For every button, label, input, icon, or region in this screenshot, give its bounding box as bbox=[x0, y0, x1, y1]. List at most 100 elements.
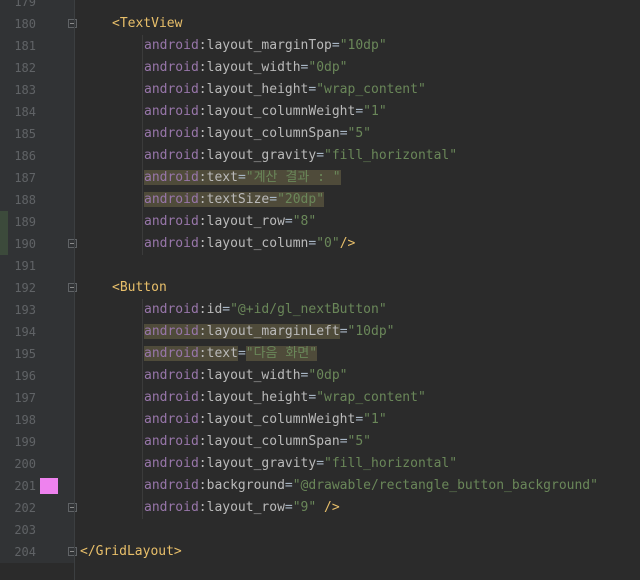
code-token: </GridLayout> bbox=[80, 544, 182, 559]
code-token: :layout_width bbox=[198, 368, 301, 383]
fold-toggle-icon[interactable] bbox=[68, 547, 77, 556]
fold-toggle-icon[interactable] bbox=[68, 503, 77, 512]
code-line[interactable]: 203 bbox=[0, 519, 640, 541]
code-token: :background bbox=[198, 478, 285, 493]
code-token: "@drawable/rectangle_button_background" bbox=[292, 478, 598, 493]
code-text: android:layout_row="9" /> bbox=[144, 497, 340, 519]
code-line[interactable]: 187 android:text="계산 결과 : " bbox=[0, 167, 640, 189]
code-token: "fill_horizontal" bbox=[324, 456, 458, 471]
code-token: "20dp" bbox=[277, 192, 325, 207]
code-text: android:id="@+id/gl_nextButton" bbox=[144, 299, 387, 321]
code-token: :layout_column bbox=[198, 236, 309, 251]
line-number: 184 bbox=[14, 105, 36, 119]
code-line[interactable]: 179 bbox=[0, 0, 640, 13]
code-token: = bbox=[355, 412, 364, 427]
code-line[interactable]: 198 android:layout_columnWeight="1" bbox=[0, 409, 640, 431]
code-token: android bbox=[144, 368, 199, 383]
code-token: = bbox=[339, 126, 348, 141]
code-token: android bbox=[144, 390, 199, 405]
code-token: = bbox=[237, 170, 246, 185]
fold-toggle-icon[interactable] bbox=[68, 239, 77, 248]
code-text: android:text="다음 화면" bbox=[144, 343, 318, 365]
code-line[interactable]: 185 android:layout_columnSpan="5" bbox=[0, 123, 640, 145]
line-number: 181 bbox=[14, 39, 36, 53]
code-line[interactable]: 199 android:layout_columnSpan="5" bbox=[0, 431, 640, 453]
code-line[interactable]: 201 android:background="@drawable/rectang… bbox=[0, 475, 640, 497]
code-line[interactable]: 191 bbox=[0, 255, 640, 277]
code-token: = bbox=[237, 346, 246, 361]
indent-guide bbox=[142, 233, 143, 255]
code-line[interactable]: 181 android:layout_marginTop="10dp" bbox=[0, 35, 640, 57]
code-line[interactable]: 194 android:layout_marginLeft="10dp" bbox=[0, 321, 640, 343]
code-token: "wrap_content" bbox=[316, 82, 426, 97]
code-text: </GridLayout> bbox=[80, 541, 182, 563]
code-token: android bbox=[144, 434, 199, 449]
line-number: 190 bbox=[14, 237, 36, 251]
code-text: android:layout_marginTop="10dp" bbox=[144, 35, 387, 57]
line-number: 183 bbox=[14, 83, 36, 97]
code-token: :id bbox=[198, 302, 223, 317]
code-token: :layout_height bbox=[198, 390, 309, 405]
code-line[interactable]: 190 android:layout_column="0"/> bbox=[0, 233, 640, 255]
line-number: 193 bbox=[14, 303, 36, 317]
code-line[interactable]: 184 android:layout_columnWeight="1" bbox=[0, 101, 640, 123]
code-line[interactable]: 195 android:text="다음 화면" bbox=[0, 343, 640, 365]
code-token: = bbox=[339, 434, 348, 449]
code-editor[interactable]: 179 180 <TextView 181 android:layout_marginT… bbox=[0, 0, 640, 563]
code-token: "1" bbox=[363, 412, 387, 427]
code-text: android:textSize="20dp" bbox=[144, 189, 325, 211]
code-token: android bbox=[144, 148, 199, 163]
code-token: "@+id/gl_nextButton" bbox=[230, 302, 387, 317]
code-token: "wrap_content" bbox=[316, 390, 426, 405]
code-token: :layout_columnSpan bbox=[198, 434, 340, 449]
code-token: = bbox=[222, 302, 231, 317]
code-text: android:layout_gravity="fill_horizontal" bbox=[144, 453, 457, 475]
code-line[interactable]: 186 android:layout_gravity="fill_horizont… bbox=[0, 145, 640, 167]
code-text: android:layout_columnSpan="5" bbox=[144, 431, 371, 453]
code-text: android:layout_columnWeight="1" bbox=[144, 101, 387, 123]
code-token: android bbox=[144, 302, 199, 317]
code-token: :layout_height bbox=[198, 82, 309, 97]
line-number: 200 bbox=[14, 457, 36, 471]
code-line[interactable]: 202 android:layout_row="9" /> bbox=[0, 497, 640, 519]
code-token: = bbox=[355, 104, 364, 119]
line-number: 197 bbox=[14, 391, 36, 405]
code-token: android bbox=[144, 456, 199, 471]
indent-guide bbox=[142, 453, 143, 475]
code-token: = bbox=[339, 324, 348, 339]
line-number: 182 bbox=[14, 61, 36, 75]
fold-toggle-icon[interactable] bbox=[68, 283, 77, 292]
line-number: 203 bbox=[14, 523, 36, 537]
color-swatch-icon[interactable] bbox=[40, 478, 58, 494]
indent-guide bbox=[142, 409, 143, 431]
code-line[interactable]: 182 android:layout_width="0dp" bbox=[0, 57, 640, 79]
indent-guide bbox=[142, 299, 143, 321]
code-line[interactable]: 193 android:id="@+id/gl_nextButton" bbox=[0, 299, 640, 321]
code-token: /> bbox=[324, 500, 340, 515]
line-number: 192 bbox=[14, 281, 36, 295]
code-line[interactable]: 192 <Button bbox=[0, 277, 640, 299]
code-text: android:layout_width="0dp" bbox=[144, 57, 348, 79]
code-line[interactable]: 197 android:layout_height="wrap_content" bbox=[0, 387, 640, 409]
indent-guide bbox=[142, 79, 143, 101]
code-line[interactable]: 183 android:layout_height="wrap_content" bbox=[0, 79, 640, 101]
line-number: 188 bbox=[14, 193, 36, 207]
code-line[interactable]: 188 android:textSize="20dp" bbox=[0, 189, 640, 211]
code-text: android:text="계산 결과 : " bbox=[144, 167, 341, 189]
line-number: 185 bbox=[14, 127, 36, 141]
code-token: "9" bbox=[292, 500, 317, 515]
code-token: android bbox=[144, 500, 199, 515]
code-line[interactable]: 189 android:layout_row="8" bbox=[0, 211, 640, 233]
code-text: <TextView bbox=[112, 13, 182, 35]
code-line[interactable]: 200 android:layout_gravity="fill_horizont… bbox=[0, 453, 640, 475]
line-number: 187 bbox=[14, 171, 36, 185]
code-token: = bbox=[284, 214, 293, 229]
code-line[interactable]: 196 android:layout_width="0dp" bbox=[0, 365, 640, 387]
code-line[interactable]: 204 </GridLayout> bbox=[0, 541, 640, 563]
fold-toggle-icon[interactable] bbox=[68, 19, 77, 28]
code-text: android:layout_columnWeight="1" bbox=[144, 409, 387, 431]
line-number: 191 bbox=[14, 259, 36, 273]
line-number: 204 bbox=[14, 545, 36, 559]
code-line[interactable]: 180 <TextView bbox=[0, 13, 640, 35]
